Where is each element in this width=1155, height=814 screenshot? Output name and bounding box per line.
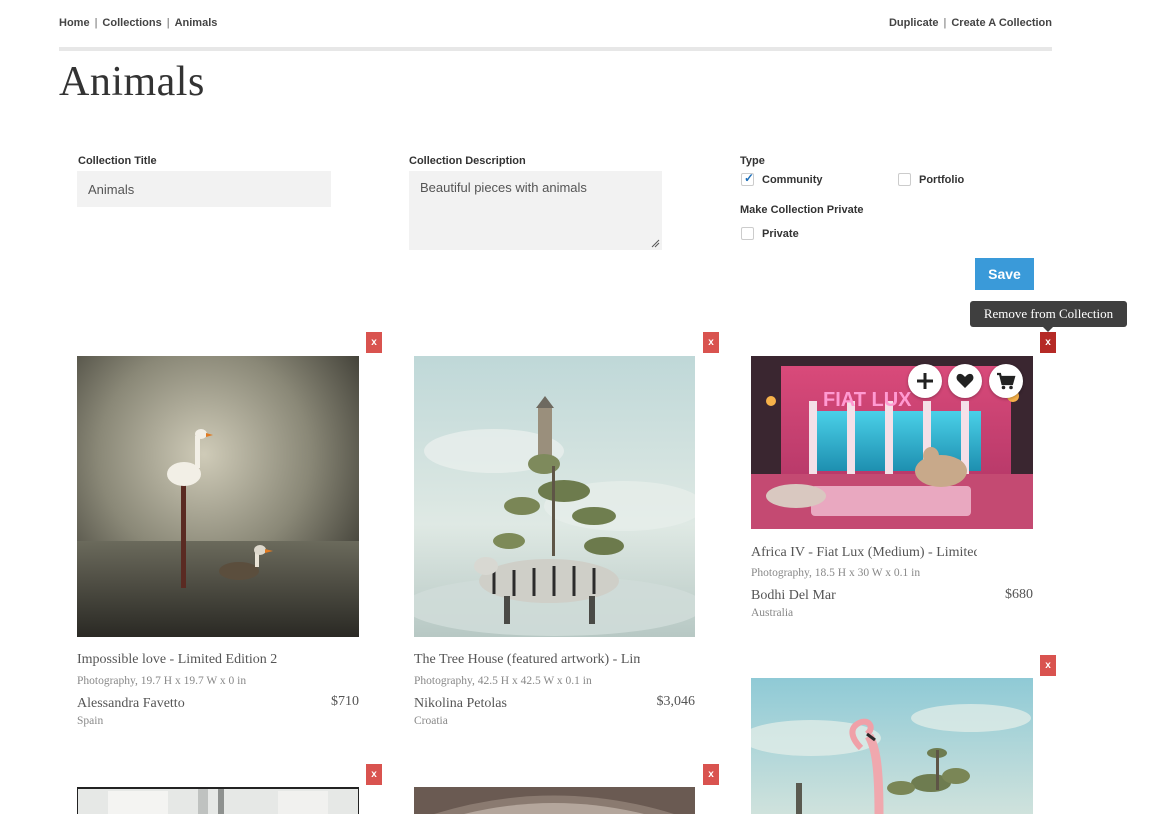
- collection-title-label: Collection Title: [78, 155, 157, 167]
- artist-name-link[interactable]: Bodhi Del Mar: [751, 588, 836, 604]
- page-title: Animals: [59, 59, 205, 105]
- type-portfolio-option[interactable]: Portfolio: [898, 173, 964, 186]
- breadcrumb-collections-link[interactable]: Collections: [102, 17, 161, 29]
- favorite-button[interactable]: [948, 364, 982, 398]
- header-divider: [59, 47, 1052, 51]
- collection-description-label: Collection Description: [409, 155, 526, 167]
- artist-name-link[interactable]: Nikolina Petolas: [414, 696, 507, 712]
- artist-country: Australia: [751, 607, 794, 619]
- artwork-price: $3,046: [656, 694, 696, 709]
- heart-icon: [956, 373, 974, 388]
- community-label: Community: [762, 173, 823, 186]
- artwork-title-link[interactable]: The Tree House (featured artwork) - Limi…: [414, 652, 640, 668]
- type-community-option[interactable]: ✓ Community: [741, 171, 823, 186]
- collection-title-input[interactable]: [77, 171, 331, 207]
- checkbox-community[interactable]: ✓: [741, 171, 755, 186]
- remove-tooltip: Remove from Collection: [970, 301, 1127, 332]
- artwork-arch-image: [414, 787, 695, 814]
- checkbox-private[interactable]: [741, 227, 754, 240]
- artwork-window-image: [78, 789, 358, 814]
- artwork-image[interactable]: [414, 787, 695, 814]
- artwork-meta: Photography, 19.7 H x 19.7 W x 0 in: [77, 675, 247, 687]
- remove-from-collection-button[interactable]: x: [703, 764, 719, 785]
- artwork-flamingo-image: [751, 678, 1033, 814]
- artist-country: Spain: [77, 715, 104, 727]
- artist-name-link[interactable]: Alessandra Favetto: [77, 696, 185, 712]
- checkbox-portfolio[interactable]: [898, 173, 911, 186]
- private-option[interactable]: Private: [741, 227, 799, 240]
- resize-grip-icon[interactable]: [650, 238, 660, 248]
- save-button[interactable]: Save: [975, 258, 1034, 290]
- artwork-image[interactable]: [751, 678, 1033, 814]
- remove-from-collection-button[interactable]: x: [1040, 655, 1056, 676]
- create-collection-link[interactable]: Create A Collection: [951, 17, 1052, 29]
- artwork-price: $680: [1005, 587, 1033, 602]
- add-to-cart-button[interactable]: [989, 364, 1023, 398]
- artwork-geese-image: [77, 356, 359, 637]
- remove-from-collection-button[interactable]: x: [366, 332, 382, 353]
- breadcrumb-current[interactable]: Animals: [175, 17, 218, 29]
- add-to-collection-button[interactable]: [908, 364, 942, 398]
- duplicate-link[interactable]: Duplicate: [889, 17, 939, 29]
- plus-icon: [917, 373, 933, 389]
- checkmark-icon: ✓: [744, 171, 755, 185]
- breadcrumb-separator: |: [166, 17, 170, 29]
- artwork-title-link[interactable]: Impossible love - Limited Edition 2: [77, 652, 359, 668]
- private-label: Private: [762, 227, 799, 240]
- breadcrumb: Home | Collections | Animals: [59, 17, 217, 29]
- neon-sign-text: FIAT LUX: [823, 389, 912, 411]
- breadcrumb-home-link[interactable]: Home: [59, 17, 90, 29]
- remove-from-collection-button[interactable]: x: [1040, 332, 1056, 353]
- artwork-image[interactable]: [77, 356, 359, 637]
- artwork-price: $710: [331, 694, 359, 709]
- artwork-treehouse-image: [414, 356, 695, 637]
- private-section-label: Make Collection Private: [740, 204, 864, 216]
- collection-description-input[interactable]: Beautiful pieces with animals: [409, 171, 662, 250]
- artwork-image[interactable]: [77, 787, 359, 814]
- type-label: Type: [740, 155, 765, 167]
- action-separator: |: [943, 17, 947, 29]
- artwork-meta: Photography, 42.5 H x 42.5 W x 0.1 in: [414, 675, 592, 687]
- header-actions: Duplicate | Create A Collection: [889, 17, 1052, 29]
- portfolio-label: Portfolio: [919, 173, 965, 186]
- artist-country: Croatia: [414, 715, 448, 727]
- artwork-meta: Photography, 18.5 H x 30 W x 0.1 in: [751, 567, 921, 579]
- cart-icon: [997, 372, 1016, 390]
- artwork-title-link[interactable]: Africa IV - Fiat Lux (Medium) - Limited …: [751, 545, 977, 561]
- remove-from-collection-button[interactable]: x: [366, 764, 382, 785]
- artwork-image[interactable]: [414, 356, 695, 637]
- breadcrumb-separator: |: [94, 17, 98, 29]
- remove-from-collection-button[interactable]: x: [703, 332, 719, 353]
